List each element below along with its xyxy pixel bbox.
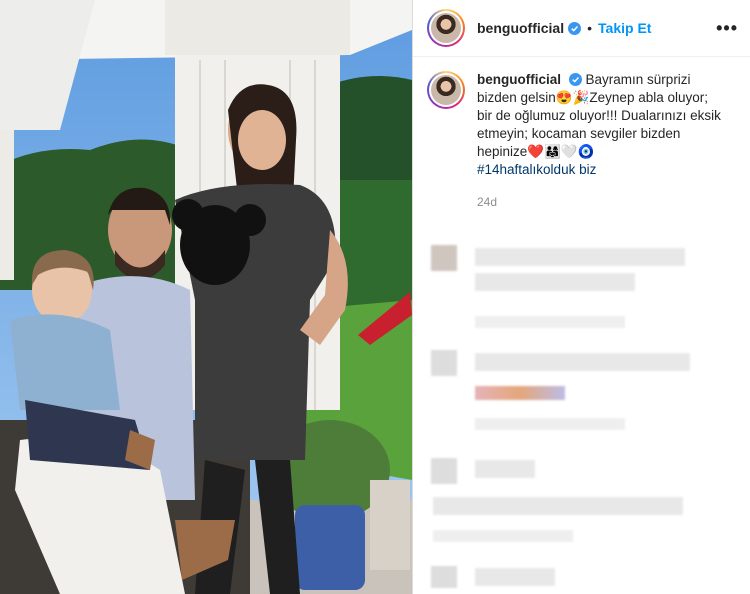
separator-dot: • (587, 20, 593, 36)
comment-avatar-blur (431, 245, 457, 271)
verified-badge-icon (568, 21, 582, 35)
comment-text-blur (475, 353, 690, 371)
caption-avatar[interactable] (427, 71, 465, 109)
more-horizontal-icon[interactable]: ••• (716, 18, 738, 39)
caption-username[interactable]: benguofficial (477, 72, 561, 87)
avatar[interactable] (427, 9, 465, 47)
family-photo-illustration (0, 0, 412, 594)
follow-button[interactable]: Takip Et (598, 20, 651, 36)
comment-text-blur (475, 460, 535, 478)
comment-meta-blur (475, 316, 625, 328)
post-timestamp[interactable]: 24d (477, 193, 722, 211)
comment-avatar-blur (431, 350, 457, 376)
header-username[interactable]: benguofficial (477, 20, 564, 36)
post-header: benguofficial • Takip Et ••• (413, 0, 750, 57)
comment-avatar-blur (431, 566, 457, 588)
comment-meta-blur (475, 418, 625, 430)
post-side-panel: benguofficial • Takip Et ••• benguoffici… (412, 0, 750, 594)
comment-text-blur (433, 497, 683, 515)
caption-verified-badge-icon (568, 73, 582, 86)
instagram-post: benguofficial • Takip Et ••• benguoffici… (0, 0, 750, 594)
post-caption: benguofficial Bayramın sürprizi bizden g… (413, 57, 750, 211)
comment-text-blur (475, 568, 555, 586)
comment-avatar-blur (431, 458, 457, 484)
comment-meta-blur (433, 530, 573, 542)
post-photo[interactable] (0, 0, 412, 594)
caption-text: benguofficial Bayramın sürprizi bizden g… (477, 71, 722, 211)
comment-text-blur (475, 248, 685, 266)
comment-text-blur (475, 273, 635, 291)
caption-hashtag[interactable]: #14haftalıkolduk biz (477, 162, 596, 177)
comment-emoji-blur (475, 386, 565, 400)
